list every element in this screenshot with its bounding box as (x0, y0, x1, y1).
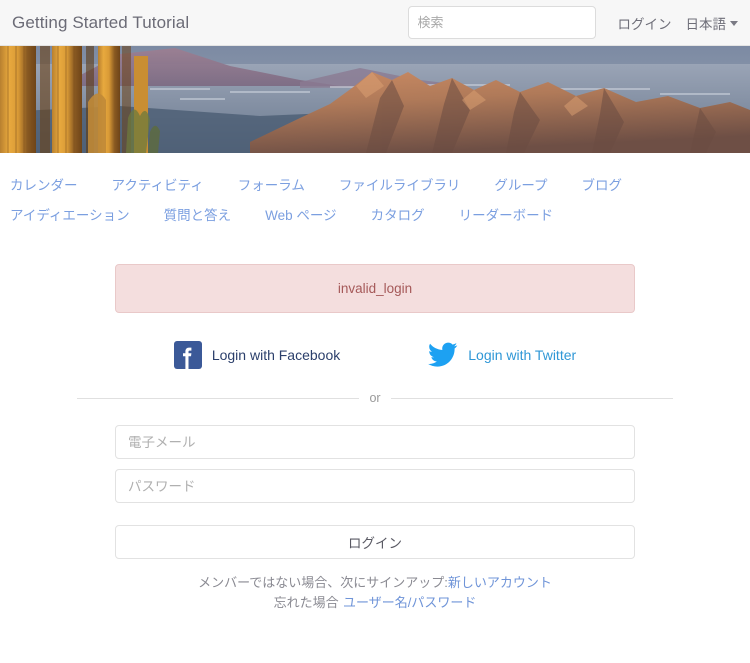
or-divider-label: or (369, 391, 381, 405)
status-badge-invalid-login: invalid_login (115, 264, 635, 313)
forgot-prompt-text: 忘れた場合 (273, 595, 339, 610)
nav-link-file-library[interactable]: ファイルライブラリ (339, 174, 479, 194)
nav-link-blogs[interactable]: ブログ (582, 174, 641, 194)
nav-row-secondary: アイディエーション 質問と答え Web ページ カタログ リーダーボード (10, 199, 740, 229)
twitter-login-button[interactable]: Login with Twitter (428, 342, 576, 368)
signup-prompt-text: メンバーではない場合、次にサインアップ: (198, 575, 448, 590)
site-title: Getting Started Tutorial (12, 12, 190, 32)
facebook-icon (173, 341, 202, 369)
forgot-credentials-link[interactable]: ユーザー名/パスワード (343, 595, 476, 610)
search-input[interactable] (407, 6, 596, 39)
facebook-login-label: Login with Facebook (211, 347, 341, 363)
banner-illustration (0, 46, 750, 153)
top-header-bar: Getting Started Tutorial ログイン 日本語 (0, 0, 750, 46)
facebook-login-button[interactable]: Login with Facebook (173, 341, 341, 369)
social-login-row: Login with Facebook Login with Twitter (0, 341, 750, 369)
chevron-down-icon (730, 21, 738, 26)
language-selector[interactable]: 日本語 (685, 13, 738, 33)
main-content: invalid_login Login with Facebook Login … (0, 235, 750, 613)
nav-link-ideation[interactable]: アイディエーション (10, 204, 148, 224)
nav-link-groups[interactable]: グループ (494, 174, 565, 194)
login-form-footer: メンバーではない場合、次にサインアップ:新しいアカウント 忘れた場合 ユーザー名… (0, 573, 750, 613)
or-divider: or (77, 391, 673, 405)
twitter-icon (428, 342, 458, 368)
signup-link[interactable]: 新しいアカウント (448, 575, 552, 590)
language-selector-label: 日本語 (685, 16, 727, 32)
signup-line: メンバーではない場合、次にサインアップ:新しいアカウント (0, 573, 750, 593)
nav-link-qa[interactable]: 質問と答え (164, 204, 250, 224)
twitter-login-label: Login with Twitter (468, 347, 577, 363)
password-field[interactable] (115, 469, 635, 503)
nav-row-primary: カレンダー アクティビティ フォーラム ファイルライブラリ グループ ブログ (10, 169, 740, 199)
divider-line-left (77, 397, 360, 399)
nav-link-calendar[interactable]: カレンダー (10, 174, 96, 194)
nav-link-catalog[interactable]: カタログ (371, 204, 443, 224)
login-submit-button[interactable]: ログイン (115, 525, 635, 559)
nav-link-web-pages[interactable]: Web ページ (265, 204, 355, 224)
nav-link-activity[interactable]: アクティビティ (112, 174, 222, 194)
email-field[interactable] (115, 425, 635, 459)
banner-hero-image (0, 46, 750, 153)
primary-navigation: カレンダー アクティビティ フォーラム ファイルライブラリ グループ ブログ ア… (0, 153, 750, 235)
nav-link-leaderboard[interactable]: リーダーボード (459, 204, 572, 224)
divider-line-right (390, 397, 673, 399)
forgot-line: 忘れた場合 ユーザー名/パスワード (0, 593, 750, 613)
header-login-link[interactable]: ログイン (618, 13, 672, 33)
header-actions: ログイン 日本語 (596, 13, 750, 33)
login-form: ログイン (115, 425, 635, 559)
nav-link-forums[interactable]: フォーラム (238, 174, 323, 194)
